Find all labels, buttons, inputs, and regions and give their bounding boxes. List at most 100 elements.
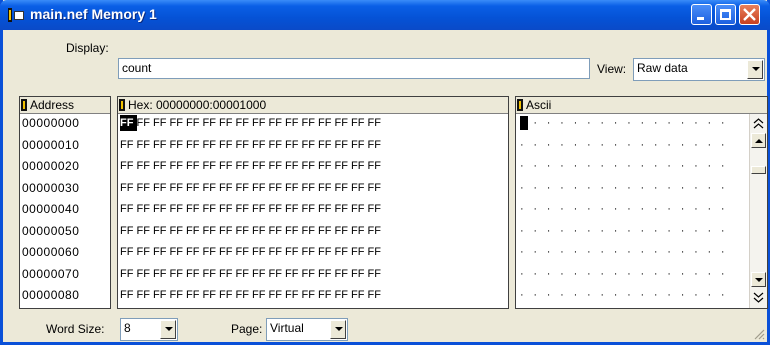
hex-byte[interactable]: FF xyxy=(269,137,286,153)
ascii-char[interactable]: · xyxy=(600,287,613,303)
ascii-char[interactable]: · xyxy=(520,158,533,174)
ascii-char[interactable]: · xyxy=(574,180,587,196)
ascii-char[interactable]: · xyxy=(694,201,707,217)
ascii-char[interactable]: · xyxy=(560,223,573,239)
hex-byte[interactable]: FF xyxy=(153,180,170,196)
ascii-char[interactable]: · xyxy=(654,223,667,239)
ascii-char[interactable]: · xyxy=(547,137,560,153)
ascii-char[interactable]: · xyxy=(627,244,640,260)
hex-byte[interactable]: FF xyxy=(318,158,335,174)
hex-byte-selected[interactable]: FF xyxy=(120,115,137,131)
hex-byte[interactable]: FF xyxy=(285,223,302,239)
hex-byte[interactable]: FF xyxy=(153,266,170,282)
hex-byte[interactable]: FF xyxy=(170,266,187,282)
ascii-char[interactable]: · xyxy=(547,223,560,239)
hex-byte[interactable]: FF xyxy=(368,180,385,196)
ascii-char[interactable]: · xyxy=(627,180,640,196)
hex-byte[interactable]: FF xyxy=(318,266,335,282)
hex-byte[interactable]: FF xyxy=(318,201,335,217)
scroll-down-button[interactable] xyxy=(751,272,766,287)
hex-byte[interactable]: FF xyxy=(219,266,236,282)
ascii-char[interactable]: · xyxy=(654,158,667,174)
hex-byte[interactable]: FF xyxy=(236,180,253,196)
hex-panel[interactable]: Hex: 00000000:00001000 FF FF FF FF FF FF FF FF F… xyxy=(117,96,509,309)
hex-row[interactable]: FF FF FF FF FF FF FF FF FF FF FF FF FF FF FF FF xyxy=(120,223,384,239)
hex-byte[interactable]: FF xyxy=(269,201,286,217)
hex-byte[interactable]: FF xyxy=(170,158,187,174)
ascii-char[interactable]: · xyxy=(574,158,587,174)
title-bar[interactable]: main.nef Memory 1 xyxy=(0,0,770,30)
ascii-header[interactable]: Ascii xyxy=(516,97,767,114)
hex-byte[interactable]: FF xyxy=(153,158,170,174)
ascii-char[interactable]: · xyxy=(654,201,667,217)
hex-byte[interactable]: FF xyxy=(236,137,253,153)
ascii-char[interactable]: · xyxy=(587,180,600,196)
hex-byte[interactable]: FF xyxy=(120,287,137,303)
hex-byte[interactable]: FF xyxy=(351,266,368,282)
ascii-char[interactable]: · xyxy=(533,137,546,153)
hex-byte[interactable]: FF xyxy=(269,266,286,282)
hex-byte[interactable]: FF xyxy=(137,115,154,131)
hex-byte[interactable]: FF xyxy=(252,287,269,303)
ascii-char[interactable]: · xyxy=(547,266,560,282)
hex-byte[interactable]: FF xyxy=(252,180,269,196)
ascii-char[interactable]: · xyxy=(721,244,734,260)
ascii-char[interactable]: · xyxy=(520,223,533,239)
display-input[interactable]: count xyxy=(118,58,590,79)
hex-byte[interactable]: FF xyxy=(269,158,286,174)
ascii-char[interactable]: · xyxy=(721,115,734,131)
hex-byte[interactable]: FF xyxy=(153,201,170,217)
ascii-char[interactable]: · xyxy=(587,244,600,260)
ascii-char-selected[interactable] xyxy=(520,116,528,131)
ascii-char[interactable]: · xyxy=(560,158,573,174)
hex-byte[interactable]: FF xyxy=(335,287,352,303)
ascii-char[interactable]: · xyxy=(614,266,627,282)
hex-byte[interactable]: FF xyxy=(120,266,137,282)
hex-byte[interactable]: FF xyxy=(368,223,385,239)
hex-byte[interactable]: FF xyxy=(335,158,352,174)
hex-byte[interactable]: FF xyxy=(170,115,187,131)
scroll-up-button[interactable] xyxy=(751,133,766,148)
ascii-row[interactable]: · · · · · · · · · · · · · · · · xyxy=(520,266,734,282)
ascii-char[interactable]: · xyxy=(707,137,720,153)
ascii-char[interactable]: · xyxy=(641,223,654,239)
ascii-char[interactable]: · xyxy=(627,287,640,303)
hex-byte[interactable]: FF xyxy=(219,244,236,260)
view-select[interactable]: Raw data xyxy=(633,58,765,81)
hex-byte[interactable]: FF xyxy=(252,158,269,174)
ascii-char[interactable]: · xyxy=(574,137,587,153)
ascii-row[interactable]: · · · · · · · · · · · · · · · · xyxy=(520,201,734,217)
ascii-char[interactable]: · xyxy=(694,137,707,153)
hex-byte[interactable]: FF xyxy=(137,137,154,153)
hex-byte[interactable]: FF xyxy=(302,266,319,282)
hex-byte[interactable]: FF xyxy=(318,180,335,196)
hex-byte[interactable]: FF xyxy=(285,137,302,153)
hex-byte[interactable]: FF xyxy=(351,223,368,239)
ascii-char[interactable]: · xyxy=(547,287,560,303)
hex-byte[interactable]: FF xyxy=(351,201,368,217)
ascii-char[interactable]: · xyxy=(681,223,694,239)
hex-byte[interactable]: FF xyxy=(203,223,220,239)
hex-byte[interactable]: FF xyxy=(137,158,154,174)
hex-byte[interactable]: FF xyxy=(302,287,319,303)
hex-byte[interactable]: FF xyxy=(269,115,286,131)
ascii-char[interactable]: · xyxy=(614,180,627,196)
hex-byte[interactable]: FF xyxy=(186,137,203,153)
hex-byte[interactable]: FF xyxy=(351,137,368,153)
hex-byte[interactable]: FF xyxy=(137,287,154,303)
hex-row[interactable]: FF FF FF FF FF FF FF FF FF FF FF FF FF FF FF FF xyxy=(120,244,384,260)
ascii-char[interactable]: · xyxy=(574,201,587,217)
hex-byte[interactable]: FF xyxy=(285,266,302,282)
hex-byte[interactable]: FF xyxy=(351,287,368,303)
hex-byte[interactable]: FF xyxy=(153,115,170,131)
hex-byte[interactable]: FF xyxy=(219,158,236,174)
hex-byte[interactable]: FF xyxy=(186,244,203,260)
scroll-page-up-button[interactable] xyxy=(751,116,766,131)
ascii-char[interactable]: · xyxy=(654,115,667,131)
vertical-scrollbar[interactable] xyxy=(749,114,767,308)
ascii-char[interactable]: · xyxy=(547,158,560,174)
hex-byte[interactable]: FF xyxy=(318,244,335,260)
hex-byte[interactable]: FF xyxy=(351,115,368,131)
close-button[interactable] xyxy=(739,4,760,25)
ascii-char[interactable]: · xyxy=(520,180,533,196)
